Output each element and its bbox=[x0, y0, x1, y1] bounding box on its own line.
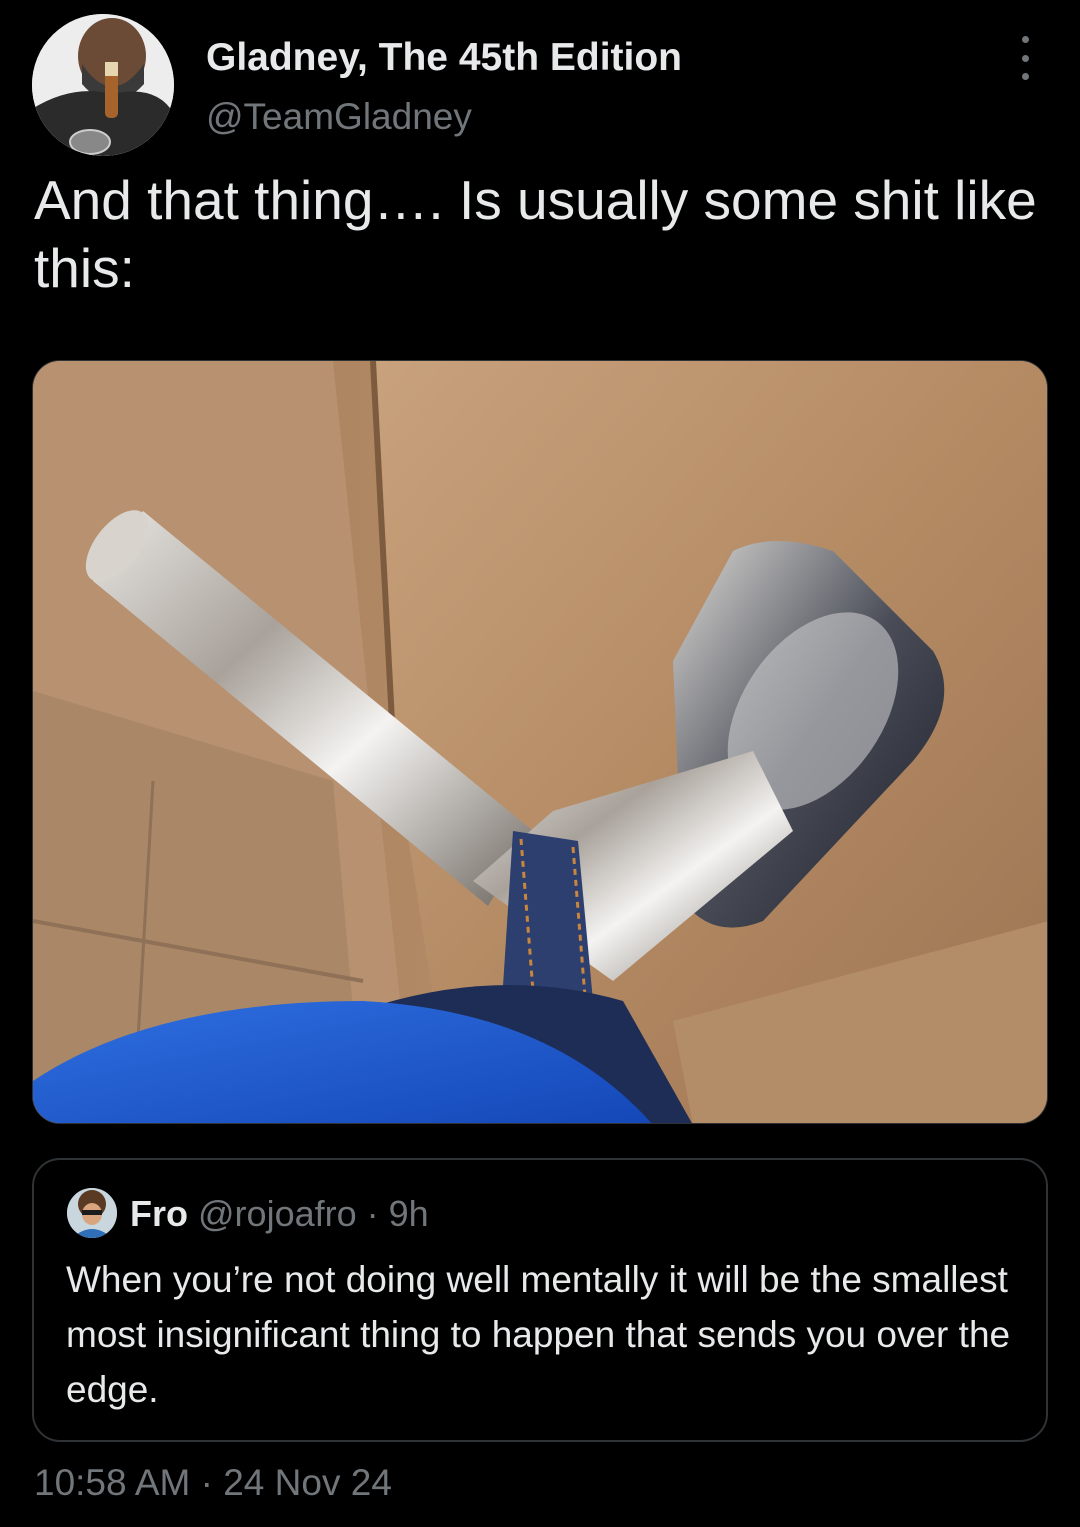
quoted-tweet-header: Fro @rojoafro · 9h bbox=[130, 1190, 429, 1238]
author-display-name[interactable]: Gladney, The 45th Edition bbox=[206, 36, 682, 80]
more-options-icon[interactable] bbox=[1010, 36, 1040, 80]
quoted-author-avatar[interactable] bbox=[67, 1188, 117, 1238]
timestamp-date: 24 Nov 24 bbox=[223, 1462, 392, 1503]
author-avatar[interactable] bbox=[32, 14, 174, 156]
quoted-tweet[interactable]: Fro @rojoafro · 9h When you’re not doing… bbox=[32, 1158, 1048, 1442]
quoted-separator: · bbox=[366, 1193, 379, 1234]
tweet-media-image[interactable] bbox=[32, 360, 1048, 1124]
tweet-timestamp[interactable]: 10:58 AM · 24 Nov 24 bbox=[34, 1462, 392, 1504]
timestamp-time: 10:58 AM bbox=[34, 1462, 191, 1503]
tweet: Gladney, The 45th Edition @TeamGladney A… bbox=[0, 0, 1080, 1527]
quoted-author-handle[interactable]: @rojoafro bbox=[198, 1193, 357, 1234]
quoted-tweet-text: When you’re not doing well mentally it w… bbox=[66, 1259, 1011, 1410]
author-handle[interactable]: @TeamGladney bbox=[206, 96, 472, 138]
timestamp-separator: · bbox=[200, 1462, 213, 1503]
quoted-author-display-name[interactable]: Fro bbox=[130, 1193, 188, 1234]
quoted-time-ago[interactable]: 9h bbox=[389, 1193, 429, 1234]
tweet-text: And that thing…. Is usually some shit li… bbox=[34, 169, 1037, 299]
